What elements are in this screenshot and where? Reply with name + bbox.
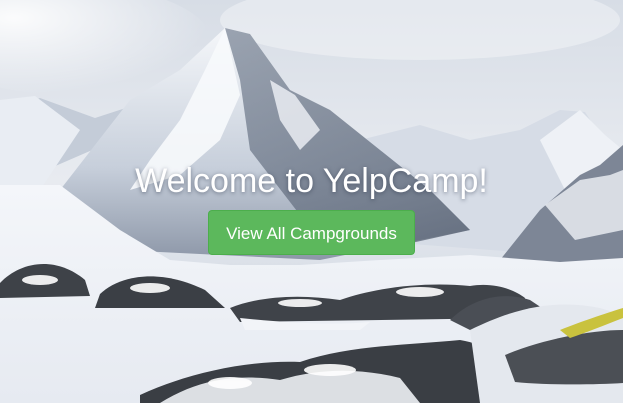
page-title: Welcome to YelpCamp! — [135, 162, 488, 200]
view-all-campgrounds-button[interactable]: View All Campgrounds — [208, 210, 415, 255]
landing-page: Welcome to YelpCamp! View All Campground… — [0, 0, 623, 403]
welcome-header: Welcome to YelpCamp! View All Campground… — [0, 160, 623, 255]
